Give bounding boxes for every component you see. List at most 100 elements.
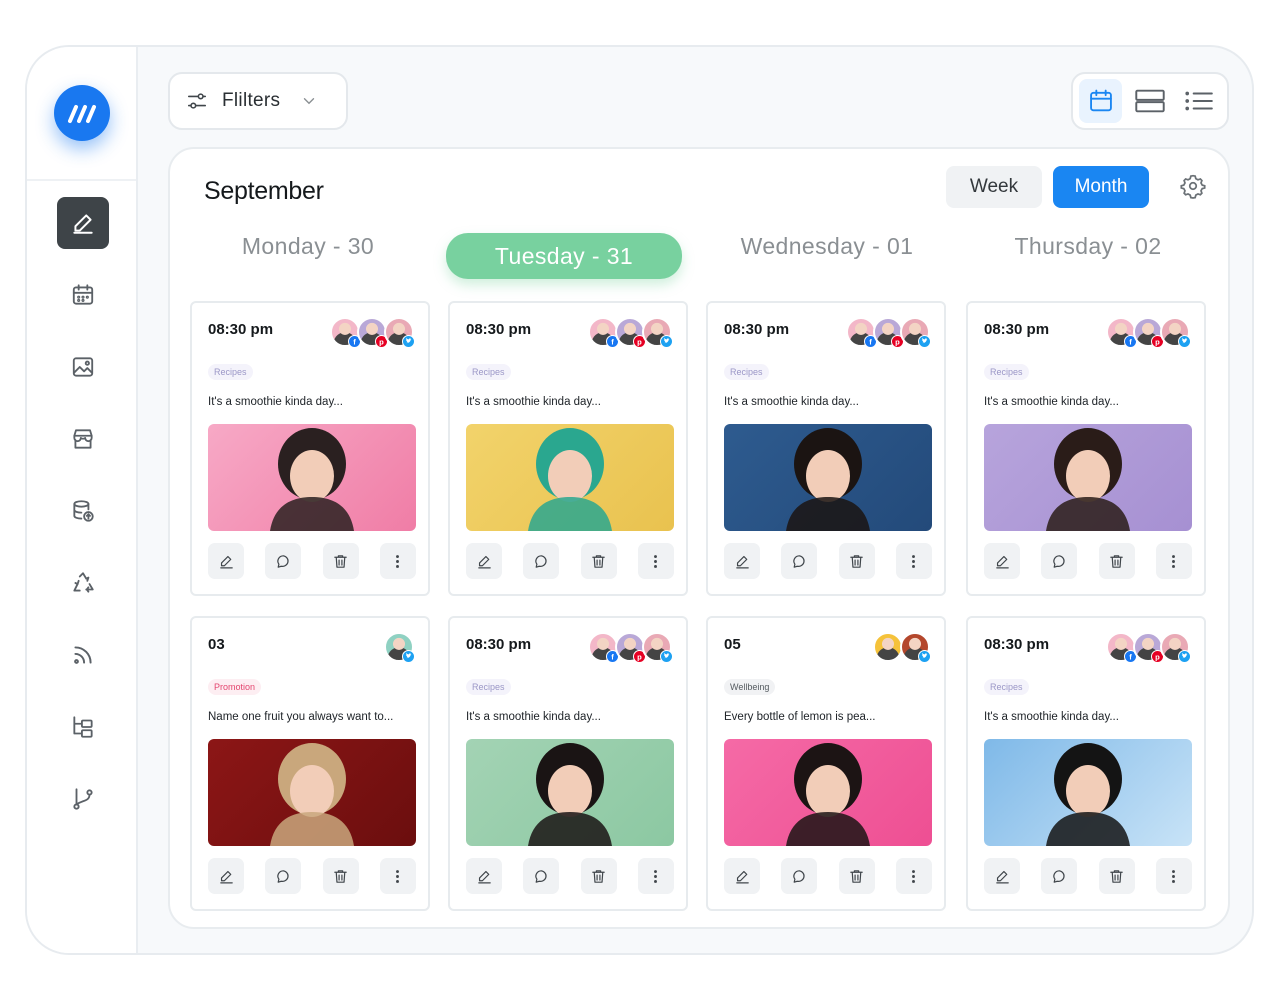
account-avatar[interactable]: f: [846, 317, 877, 348]
account-avatar[interactable]: f: [330, 317, 361, 348]
comment-button[interactable]: [1041, 543, 1078, 579]
rows-view-button[interactable]: [1128, 79, 1171, 123]
delete-button[interactable]: [838, 543, 875, 579]
delete-button[interactable]: [580, 543, 617, 579]
day-header-monday[interactable]: Monday - 30: [208, 233, 408, 260]
app-logo[interactable]: [53, 85, 110, 141]
more-button[interactable]: [1155, 543, 1192, 579]
account-avatar[interactable]: p: [615, 632, 646, 663]
account-avatar[interactable]: f: [588, 317, 619, 348]
account-avatars: fp: [1106, 632, 1191, 663]
sidebar-item-folders[interactable]: [57, 701, 109, 753]
account-avatar[interactable]: p: [873, 317, 904, 348]
edit-button[interactable]: [984, 858, 1020, 894]
account-avatar[interactable]: [642, 632, 673, 663]
post-card[interactable]: 08:30 pm f p Recipes It's a smoothie kinda d…: [448, 301, 688, 596]
account-avatar[interactable]: f: [1106, 632, 1137, 663]
comment-button[interactable]: [265, 543, 302, 579]
post-image[interactable]: [984, 739, 1192, 846]
sidebar-item-rss[interactable]: [57, 629, 109, 681]
more-vertical-icon: [912, 869, 916, 883]
sidebar-item-branches[interactable]: [57, 773, 109, 825]
post-actions: [208, 858, 416, 894]
day-header-thursday[interactable]: Thursday - 02: [988, 233, 1188, 260]
post-card[interactable]: 03 Promotion Name one fruit you always wan…: [190, 616, 430, 911]
post-card[interactable]: 08:30 pm f p Recipes It's a smoothie kinda d…: [966, 616, 1206, 911]
account-avatar[interactable]: [384, 632, 415, 663]
account-avatar[interactable]: f: [1106, 317, 1137, 348]
more-button[interactable]: [637, 543, 674, 579]
more-button[interactable]: [1155, 858, 1192, 894]
post-card[interactable]: 08:30 pm f p Recipes It's a smoothie kinda d…: [190, 301, 430, 596]
more-button[interactable]: [379, 543, 416, 579]
twitter-icon: [1178, 650, 1191, 663]
day-header-wednesday[interactable]: Wednesday - 01: [718, 233, 936, 260]
delete-button[interactable]: [322, 543, 359, 579]
account-avatar[interactable]: p: [1133, 317, 1164, 348]
post-actions: [466, 858, 674, 894]
sidebar-item-store[interactable]: [57, 413, 109, 465]
sidebar-item-compose[interactable]: [56, 197, 109, 249]
edit-button[interactable]: [208, 858, 244, 894]
more-button[interactable]: [637, 858, 674, 894]
delete-button[interactable]: [838, 858, 875, 894]
comment-button[interactable]: [265, 858, 302, 894]
filters-label: Flilters: [222, 90, 281, 111]
post-card[interactable]: 05 Wellbeing Every bottle of lemon is pea.…: [706, 616, 946, 911]
account-avatar[interactable]: [900, 317, 931, 348]
more-button[interactable]: [379, 858, 416, 894]
comment-icon: [277, 869, 289, 883]
comment-button[interactable]: [781, 858, 818, 894]
account-avatar[interactable]: p: [1133, 632, 1164, 663]
post-card[interactable]: 08:30 pm f p Recipes It's a smoothie kinda d…: [448, 616, 688, 911]
post-image[interactable]: [466, 424, 674, 531]
month-view-button[interactable]: Month: [1053, 166, 1149, 208]
account-avatar[interactable]: [642, 317, 673, 348]
sidebar-item-calendar[interactable]: [57, 269, 109, 321]
account-avatar[interactable]: [873, 632, 903, 662]
account-avatar[interactable]: [900, 632, 931, 663]
comment-button[interactable]: [523, 543, 560, 579]
edit-button[interactable]: [208, 543, 244, 579]
post-image[interactable]: [984, 424, 1192, 531]
delete-button[interactable]: [322, 858, 359, 894]
edit-button[interactable]: [724, 543, 760, 579]
delete-button[interactable]: [1098, 543, 1135, 579]
calendar-icon: [1089, 89, 1112, 112]
day-header-tuesday[interactable]: Tuesday - 31: [446, 233, 682, 279]
post-image[interactable]: [208, 424, 416, 531]
post-card[interactable]: 08:30 pm f p Recipes It's a smoothie kinda d…: [966, 301, 1206, 596]
account-avatar[interactable]: [1160, 632, 1191, 663]
post-card[interactable]: 08:30 pm f p Recipes It's a smoothie kinda d…: [706, 301, 946, 596]
portrait-image: [1046, 743, 1130, 846]
post-image[interactable]: [208, 739, 416, 846]
more-button[interactable]: [895, 543, 932, 579]
filters-dropdown[interactable]: Flilters: [168, 72, 348, 130]
sidebar-item-recycle[interactable]: [57, 557, 109, 609]
comment-button[interactable]: [781, 543, 818, 579]
edit-button[interactable]: [466, 858, 502, 894]
list-view-button[interactable]: [1178, 79, 1221, 123]
settings-gear-icon[interactable]: [1180, 173, 1206, 199]
edit-button[interactable]: [724, 858, 760, 894]
sidebar-item-media[interactable]: [57, 341, 109, 393]
account-avatar[interactable]: p: [357, 317, 388, 348]
account-avatar[interactable]: f: [588, 632, 619, 663]
post-image[interactable]: [466, 739, 674, 846]
delete-button[interactable]: [580, 858, 617, 894]
edit-button[interactable]: [984, 543, 1020, 579]
post-caption: Name one fruit you always want to...: [208, 711, 394, 723]
account-avatar[interactable]: [1160, 317, 1191, 348]
calendar-view-button[interactable]: [1079, 79, 1123, 123]
comment-button[interactable]: [1041, 858, 1078, 894]
comment-button[interactable]: [523, 858, 560, 894]
week-view-button[interactable]: Week: [946, 166, 1042, 208]
account-avatar[interactable]: p: [615, 317, 646, 348]
delete-button[interactable]: [1098, 858, 1135, 894]
edit-button[interactable]: [466, 543, 502, 579]
more-button[interactable]: [895, 858, 932, 894]
sidebar-item-database[interactable]: [57, 485, 109, 537]
post-image[interactable]: [724, 739, 932, 846]
account-avatar[interactable]: [384, 317, 415, 348]
post-image[interactable]: [724, 424, 932, 531]
